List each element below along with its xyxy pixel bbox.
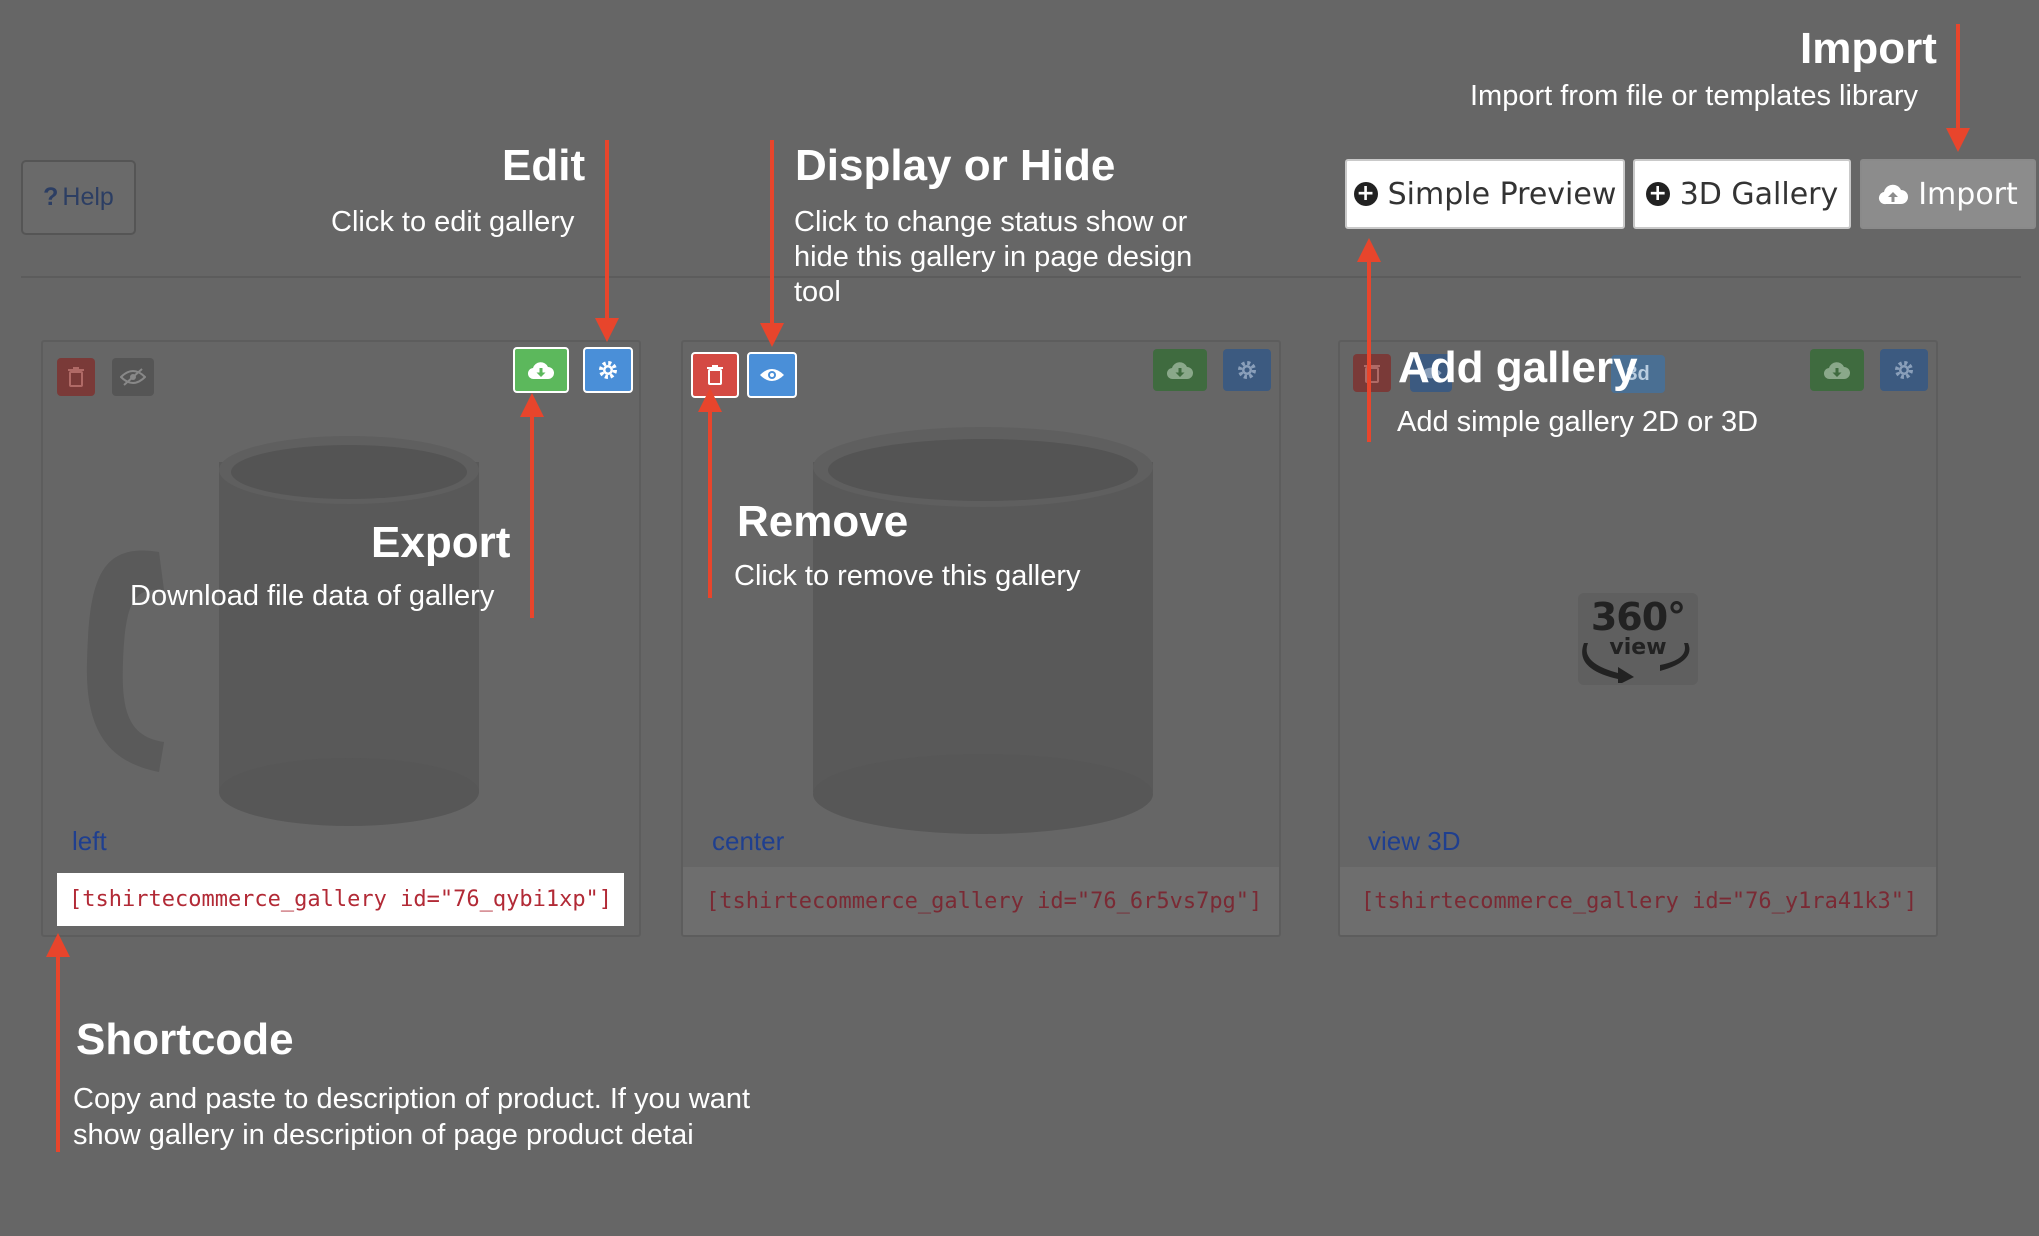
annotation-arrows <box>46 24 1970 1152</box>
